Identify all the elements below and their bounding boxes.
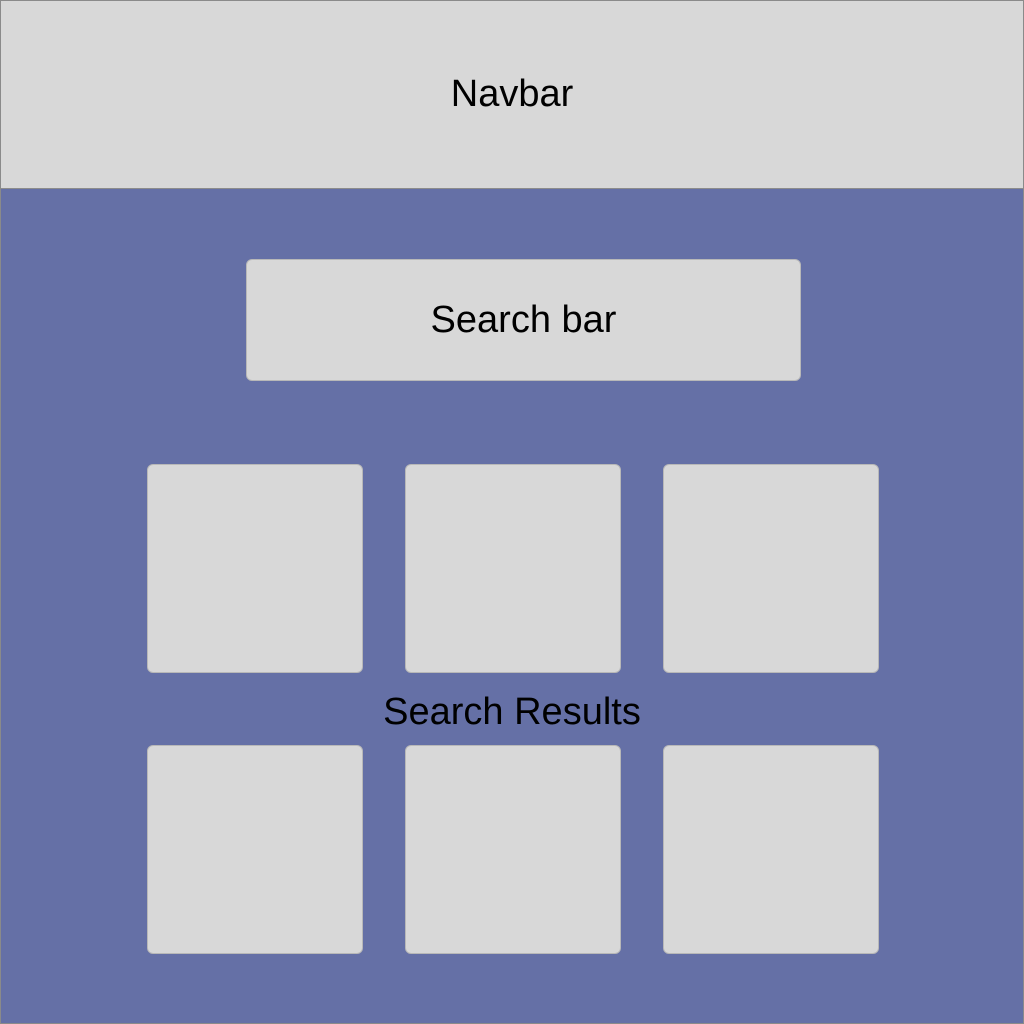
search-result-card[interactable] xyxy=(663,745,879,954)
navbar-label: Navbar xyxy=(450,72,574,115)
navbar[interactable]: Navbar xyxy=(1,1,1023,189)
search-result-card[interactable] xyxy=(147,464,363,673)
search-bar[interactable]: Search bar xyxy=(246,259,801,381)
search-result-card[interactable] xyxy=(405,745,621,954)
search-result-card[interactable] xyxy=(405,464,621,673)
search-results-heading: Search Results xyxy=(383,691,641,733)
search-result-card[interactable] xyxy=(147,745,363,954)
main-content: Search bar Search Results xyxy=(1,189,1023,1023)
search-bar-label: Search bar xyxy=(430,299,617,341)
search-result-card[interactable] xyxy=(663,464,879,673)
wireframe-page: Navbar Search bar Search Results xyxy=(0,0,1024,1024)
